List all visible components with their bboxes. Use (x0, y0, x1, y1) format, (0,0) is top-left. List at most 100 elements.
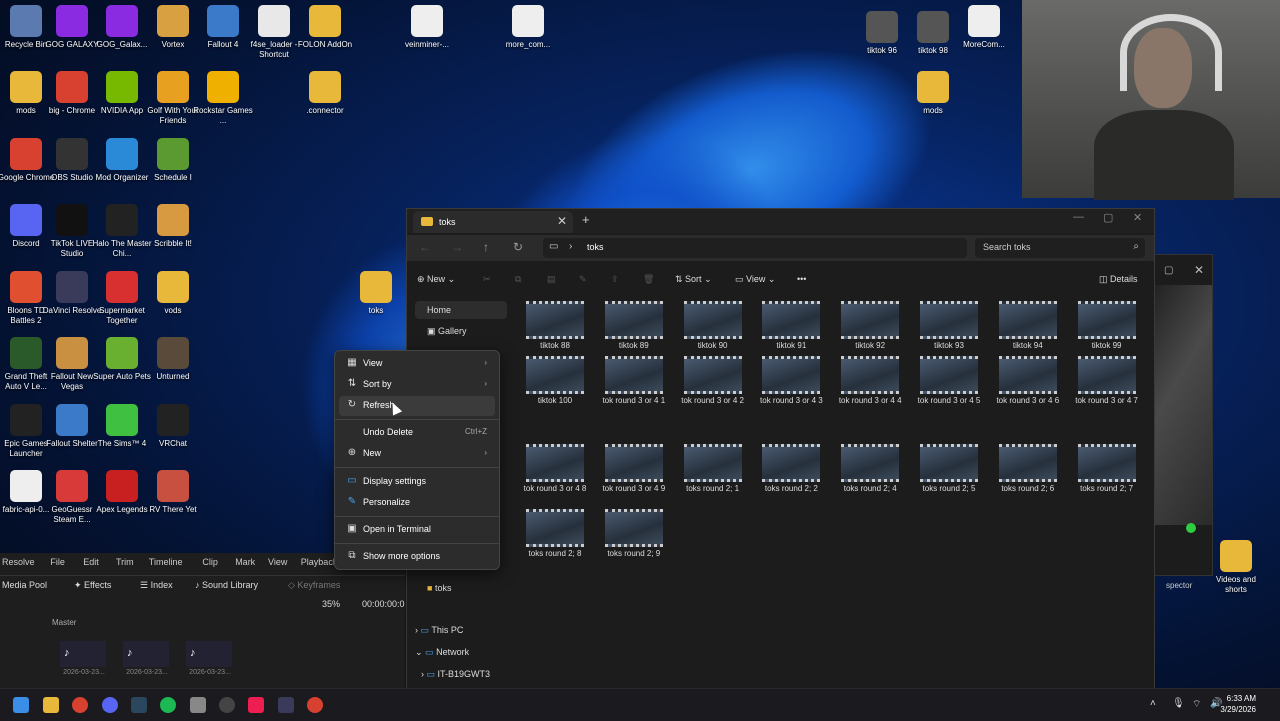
paste-icon[interactable]: ▤ (547, 274, 556, 285)
forward-arrow-icon[interactable]: → (451, 240, 463, 254)
tiktok-live-icon[interactable] (248, 697, 264, 713)
index-tab[interactable]: ☰ Index (140, 580, 173, 591)
app-icon[interactable] (190, 697, 206, 713)
nav-home[interactable]: Home (415, 301, 507, 319)
desktop-icon[interactable]: more_com... (498, 5, 558, 50)
file-item[interactable]: tok round 3 or 4 5 (913, 356, 985, 406)
menu-item-display-settings[interactable]: ▭ Display settings (339, 472, 495, 492)
resolve-menu-item[interactable]: Timeline (149, 557, 183, 567)
resolve-menu-item[interactable]: Trim (116, 557, 134, 567)
nav-gallery[interactable]: ▣ Gallery (427, 326, 467, 337)
refresh-icon[interactable]: ↻ (513, 240, 523, 254)
nav-device[interactable]: › ▭ IT-B19GWT3 (421, 669, 490, 680)
desktop-icon[interactable]: VRChat (143, 404, 203, 449)
resolve-menu-item[interactable]: Mark (235, 557, 255, 567)
nav-toks[interactable]: ■ toks (427, 583, 451, 593)
desktop-icon[interactable]: .connector (295, 71, 355, 116)
file-item[interactable]: tok round 3 or 4 8 (519, 444, 591, 494)
desktop-icon[interactable]: Schedule I (143, 138, 203, 183)
desktop-icon[interactable]: Rockstar Games ... (193, 71, 253, 126)
chevron-up-icon[interactable]: ˄ (1150, 698, 1156, 709)
rename-icon[interactable]: ✎ (579, 274, 587, 285)
delete-icon[interactable]: 🗑 (643, 274, 654, 285)
file-item[interactable]: tiktok 93 (913, 301, 985, 351)
desktop-icon[interactable]: vods (143, 271, 203, 316)
desktop-icon[interactable]: RV There Yet (143, 470, 203, 515)
resolve-menu-item[interactable]: Edit (83, 557, 99, 567)
bin-master[interactable]: Master (52, 618, 76, 627)
menu-item-sort-by[interactable]: ⇅ Sort by › (339, 375, 495, 395)
zoom-level[interactable]: 35% (322, 599, 340, 609)
file-item[interactable]: tiktok 89 (598, 301, 670, 351)
close-tab-icon[interactable]: ✕ (557, 214, 567, 228)
copy-icon[interactable]: ⧉ (515, 274, 521, 285)
resolve-menu-item[interactable]: View (268, 557, 287, 567)
file-item[interactable]: tiktok 91 (755, 301, 827, 351)
file-item[interactable]: tok round 3 or 4 2 (677, 356, 749, 406)
file-explorer-icon[interactable] (43, 697, 59, 713)
search-input[interactable]: Search toks ⌕ (975, 238, 1145, 258)
media-clip[interactable]: ♪ 2026-03-23... (123, 641, 171, 676)
close-icon[interactable]: ✕ (1194, 263, 1204, 277)
file-item[interactable]: tiktok 94 (992, 301, 1064, 351)
resolve-menu-item[interactable]: Playback (301, 557, 338, 567)
details-button[interactable]: ◫ Details (1099, 274, 1138, 285)
more-options-button[interactable]: ••• (797, 274, 806, 284)
file-item[interactable]: tok round 3 or 4 4 (834, 356, 906, 406)
file-item[interactable]: tiktok 92 (834, 301, 906, 351)
menu-item-personalize[interactable]: ✎ Personalize (339, 493, 495, 513)
menu-item-refresh[interactable]: ↻ Refresh (339, 396, 495, 416)
resolve-menu-item[interactable]: Clip (202, 557, 218, 567)
microphone-icon[interactable]: 🎙 (1172, 698, 1185, 709)
cut-icon[interactable]: ✂ (483, 274, 491, 285)
start-button-windows-icon[interactable] (13, 697, 29, 713)
back-arrow-icon[interactable]: ← (419, 240, 431, 254)
sound-library-tab[interactable]: ♪ Sound Library (195, 580, 258, 590)
media-clip[interactable]: ♪ 2026-03-23... (60, 641, 108, 676)
file-item[interactable]: tiktok 99 (1071, 301, 1143, 351)
desktop-icon[interactable]: toks (346, 271, 406, 316)
maximize-icon[interactable]: ▢ (1164, 265, 1173, 276)
new-button[interactable]: ⊕ New ⌄ (417, 274, 455, 285)
desktop-icon[interactable]: mods (903, 71, 963, 116)
file-item[interactable]: toks round 2; 5 (913, 444, 985, 494)
chrome-icon[interactable] (72, 697, 88, 713)
file-item[interactable]: tok round 3 or 4 9 (598, 444, 670, 494)
desktop-icon[interactable]: Scribble It! (143, 204, 203, 249)
menu-item-show-more[interactable]: ⧉ Show more options (339, 547, 495, 567)
new-tab-icon[interactable]: + (582, 212, 590, 227)
up-arrow-icon[interactable]: ↑ (483, 240, 489, 254)
share-icon[interactable]: ⇪ (611, 274, 619, 285)
close-window-icon[interactable]: ✕ (1133, 211, 1142, 224)
breadcrumb-toks[interactable]: toks (587, 242, 604, 252)
file-item[interactable]: toks round 2; 9 (598, 509, 670, 559)
minimize-icon[interactable]: — (1073, 211, 1084, 223)
spotify-icon[interactable] (160, 697, 176, 713)
file-item[interactable]: tok round 3 or 4 3 (755, 356, 827, 406)
menu-item-view[interactable]: ▦ View › (339, 354, 495, 374)
file-item[interactable]: tok round 3 or 4 6 (992, 356, 1064, 406)
desktop-icon[interactable]: Unturned (143, 337, 203, 382)
effects-tab[interactable]: ✦ Effects (74, 580, 111, 591)
davinci-resolve-icon[interactable] (278, 697, 294, 713)
menu-item-new[interactable]: ⊕ New › (339, 444, 495, 464)
resolve-menu-item[interactable]: File (50, 557, 65, 567)
nav-this-pc[interactable]: › ▭ This PC (415, 625, 463, 636)
desktop-icon[interactable]: FOLON AddOn (295, 5, 355, 50)
menu-item-undo-delete[interactable]: Undo Delete Ctrl+Z (339, 423, 495, 443)
obs-studio-icon[interactable] (219, 697, 235, 713)
file-item[interactable]: tiktok 90 (677, 301, 749, 351)
address-field[interactable]: ▭ › toks (543, 238, 967, 258)
chrome-profile-icon[interactable] (307, 697, 323, 713)
maximize-icon[interactable]: ▢ (1103, 211, 1113, 224)
desktop-icon[interactable]: veinminer-... (397, 5, 457, 50)
wifi-icon[interactable]: ⌔ (1192, 698, 1201, 711)
discord-icon[interactable] (102, 697, 118, 713)
file-item[interactable]: toks round 2; 4 (834, 444, 906, 494)
file-item[interactable]: toks round 2; 6 (992, 444, 1064, 494)
steam-icon[interactable] (131, 697, 147, 713)
file-item[interactable]: toks round 2; 8 (519, 509, 591, 559)
file-item[interactable]: tiktok 100 (519, 356, 591, 406)
tab-toks[interactable]: toks ✕ (413, 211, 573, 233)
view-button[interactable]: ▭ View ⌄ (735, 274, 775, 285)
